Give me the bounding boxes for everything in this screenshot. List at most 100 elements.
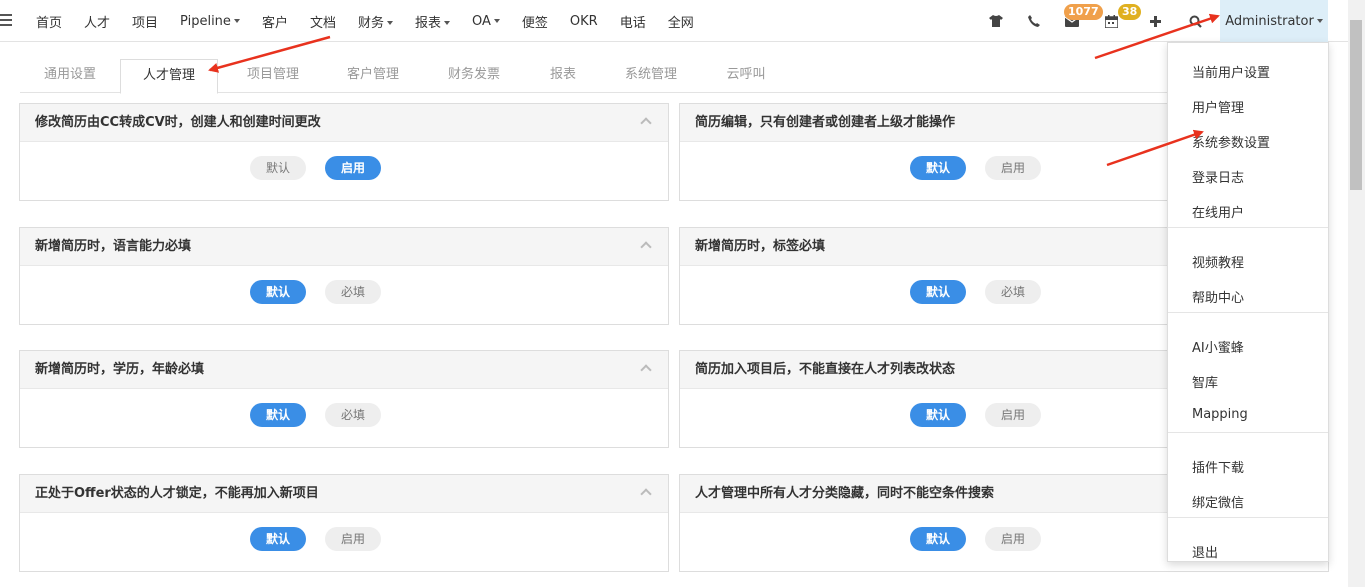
nav-item-10[interactable]: OKR (570, 14, 598, 29)
default-option-button[interactable]: 默认 (250, 156, 306, 180)
setting-card-header: 修改简历由CC转成CV时，创建人和创建时间更改 (20, 104, 668, 142)
nav-item-3[interactable]: Pipeline (180, 14, 240, 29)
settings-tabs: 通用设置 人才管理 项目管理 客户管理 财务发票 报表 系统管理 云呼叫 (20, 59, 1320, 94)
hamburger-menu-icon[interactable] (0, 14, 12, 26)
menu-divider (1168, 517, 1328, 518)
chevron-up-icon[interactable] (640, 117, 652, 129)
nav-item-label: 电话 (619, 15, 646, 31)
setting-title: 新增简历时，学历，年龄必填 (35, 362, 205, 377)
tab-project[interactable]: 项目管理 (223, 59, 323, 93)
chevron-up-icon[interactable] (640, 488, 652, 500)
menu-item[interactable]: 登录日志 (1192, 167, 1244, 186)
default-option-button[interactable]: 默认 (250, 280, 306, 304)
page-scrollbar[interactable] (1348, 0, 1365, 587)
user-name: Administrator (1225, 13, 1314, 29)
enable-option-button[interactable]: 启用 (325, 527, 381, 551)
setting-card-header: 正处于Offer状态的人才锁定，不能再加入新项目 (20, 475, 668, 513)
menu-item[interactable]: 在线用户 (1192, 202, 1244, 221)
phone-icon[interactable] (1026, 13, 1042, 29)
nav-item-12[interactable]: 全网 (668, 12, 694, 31)
mail-count-badge: 1077 (1064, 4, 1103, 20)
chevron-up-icon[interactable] (640, 241, 652, 253)
menu-item[interactable]: 插件下载 (1192, 457, 1244, 476)
nav-item-5[interactable]: 文档 (310, 12, 336, 31)
chevron-down-icon (1316, 19, 1323, 23)
tab-system[interactable]: 系统管理 (601, 59, 701, 93)
menu-item[interactable]: 退出 (1192, 542, 1218, 561)
menu-item[interactable]: 视频教程 (1192, 252, 1244, 271)
calendar-icon[interactable] (1103, 13, 1119, 29)
tab-general[interactable]: 通用设置 (20, 59, 120, 93)
chevron-down-icon (233, 19, 240, 23)
nav-item-label: 项目 (132, 15, 159, 31)
setting-card: 新增简历时，学历，年龄必填默认 必填 (19, 350, 669, 448)
nav-item-label: Pipeline (180, 13, 231, 29)
option-row: 默认 必填 (20, 403, 668, 427)
nav-item-label: 财务 (357, 15, 384, 31)
setting-card: 正处于Offer状态的人才锁定，不能再加入新项目默认 启用 (19, 474, 669, 572)
menu-item[interactable]: 当前用户设置 (1192, 62, 1270, 81)
enable-option-button[interactable]: 必填 (325, 403, 381, 427)
menu-item[interactable]: 帮助中心 (1192, 287, 1244, 306)
tab-talent[interactable]: 人才管理 (120, 59, 218, 94)
enable-option-button[interactable]: 必填 (325, 280, 381, 304)
menu-item[interactable]: AI小蜜蜂 (1192, 337, 1244, 356)
default-option-button[interactable]: 默认 (910, 280, 966, 304)
enable-option-button[interactable]: 启用 (325, 156, 381, 180)
chevron-down-icon (493, 19, 500, 23)
default-option-button[interactable]: 默认 (910, 403, 966, 427)
user-menu-button[interactable]: Administrator (1220, 0, 1328, 42)
nav-item-9[interactable]: 便签 (522, 12, 548, 31)
enable-option-button[interactable]: 启用 (985, 403, 1041, 427)
nav-item-7[interactable]: 报表 (415, 12, 450, 31)
default-option-button[interactable]: 默认 (910, 156, 966, 180)
default-option-button[interactable]: 默认 (250, 527, 306, 551)
plus-icon[interactable] (1147, 13, 1163, 29)
nav-item-8[interactable]: OA (472, 14, 500, 29)
setting-card: 新增简历时，语言能力必填 默认 必填 (19, 227, 669, 325)
tab-customer[interactable]: 客户管理 (323, 59, 423, 93)
nav-item-label: 全网 (667, 15, 694, 31)
nav-item-label: OA (472, 13, 491, 29)
option-row: 默认 启用 (20, 527, 668, 551)
nav-item-6[interactable]: 财务 (358, 12, 393, 31)
nav-item-label: 报表 (414, 15, 441, 31)
setting-title: 简历加入项目后，不能直接在人才列表改状态 (695, 362, 956, 377)
nav-item-label: 文档 (309, 15, 336, 31)
tab-finance[interactable]: 财务发票 (424, 59, 524, 93)
tab-report[interactable]: 报表 (525, 59, 601, 93)
default-option-button[interactable]: 默认 (250, 403, 306, 427)
chevron-up-icon[interactable] (640, 364, 652, 376)
nav-item-label: 便签 (521, 15, 548, 31)
menu-item[interactable]: 绑定微信 (1192, 492, 1244, 511)
tab-cloud-call[interactable]: 云呼叫 (701, 59, 791, 93)
menu-item[interactable]: 智库 (1192, 372, 1218, 391)
menu-item[interactable]: 系统参数设置 (1192, 132, 1270, 151)
setting-title: 新增简历时，标签必填 (695, 239, 826, 254)
default-option-button[interactable]: 默认 (910, 527, 966, 551)
menu-divider (1168, 227, 1328, 228)
enable-option-button[interactable]: 启用 (985, 527, 1041, 551)
nav-item-label: 首页 (36, 15, 63, 31)
nav-item-label: OKR (569, 13, 598, 29)
nav-item-0[interactable]: 首页 (36, 12, 62, 31)
nav-item-11[interactable]: 电话 (620, 12, 646, 31)
search-icon[interactable] (1187, 13, 1203, 29)
menu-divider (1168, 432, 1328, 433)
menu-item[interactable]: 用户管理 (1192, 97, 1244, 116)
enable-option-button[interactable]: 必填 (985, 280, 1041, 304)
nav-item-2[interactable]: 项目 (132, 12, 158, 31)
scrollbar-thumb[interactable] (1350, 20, 1362, 190)
enable-option-button[interactable]: 启用 (985, 156, 1041, 180)
nav-item-label: 人才 (84, 15, 111, 31)
chevron-down-icon (444, 21, 450, 25)
toolbar-icons: 1077 38 (985, 0, 1215, 42)
menu-item[interactable]: Mapping (1192, 407, 1248, 422)
shirt-icon[interactable] (988, 13, 1004, 29)
main-nav: 首页 人才 项目 Pipeline 客户 文档 财务 报表 OA 便签 OKR 电话 全网 (36, 0, 716, 42)
nav-item-label: 客户 (261, 15, 288, 31)
nav-item-4[interactable]: 客户 (262, 12, 288, 31)
option-row: 默认 必填 (20, 280, 668, 304)
setting-title: 正处于Offer状态的人才锁定，不能再加入新项目 (35, 486, 319, 501)
nav-item-1[interactable]: 人才 (84, 12, 110, 31)
